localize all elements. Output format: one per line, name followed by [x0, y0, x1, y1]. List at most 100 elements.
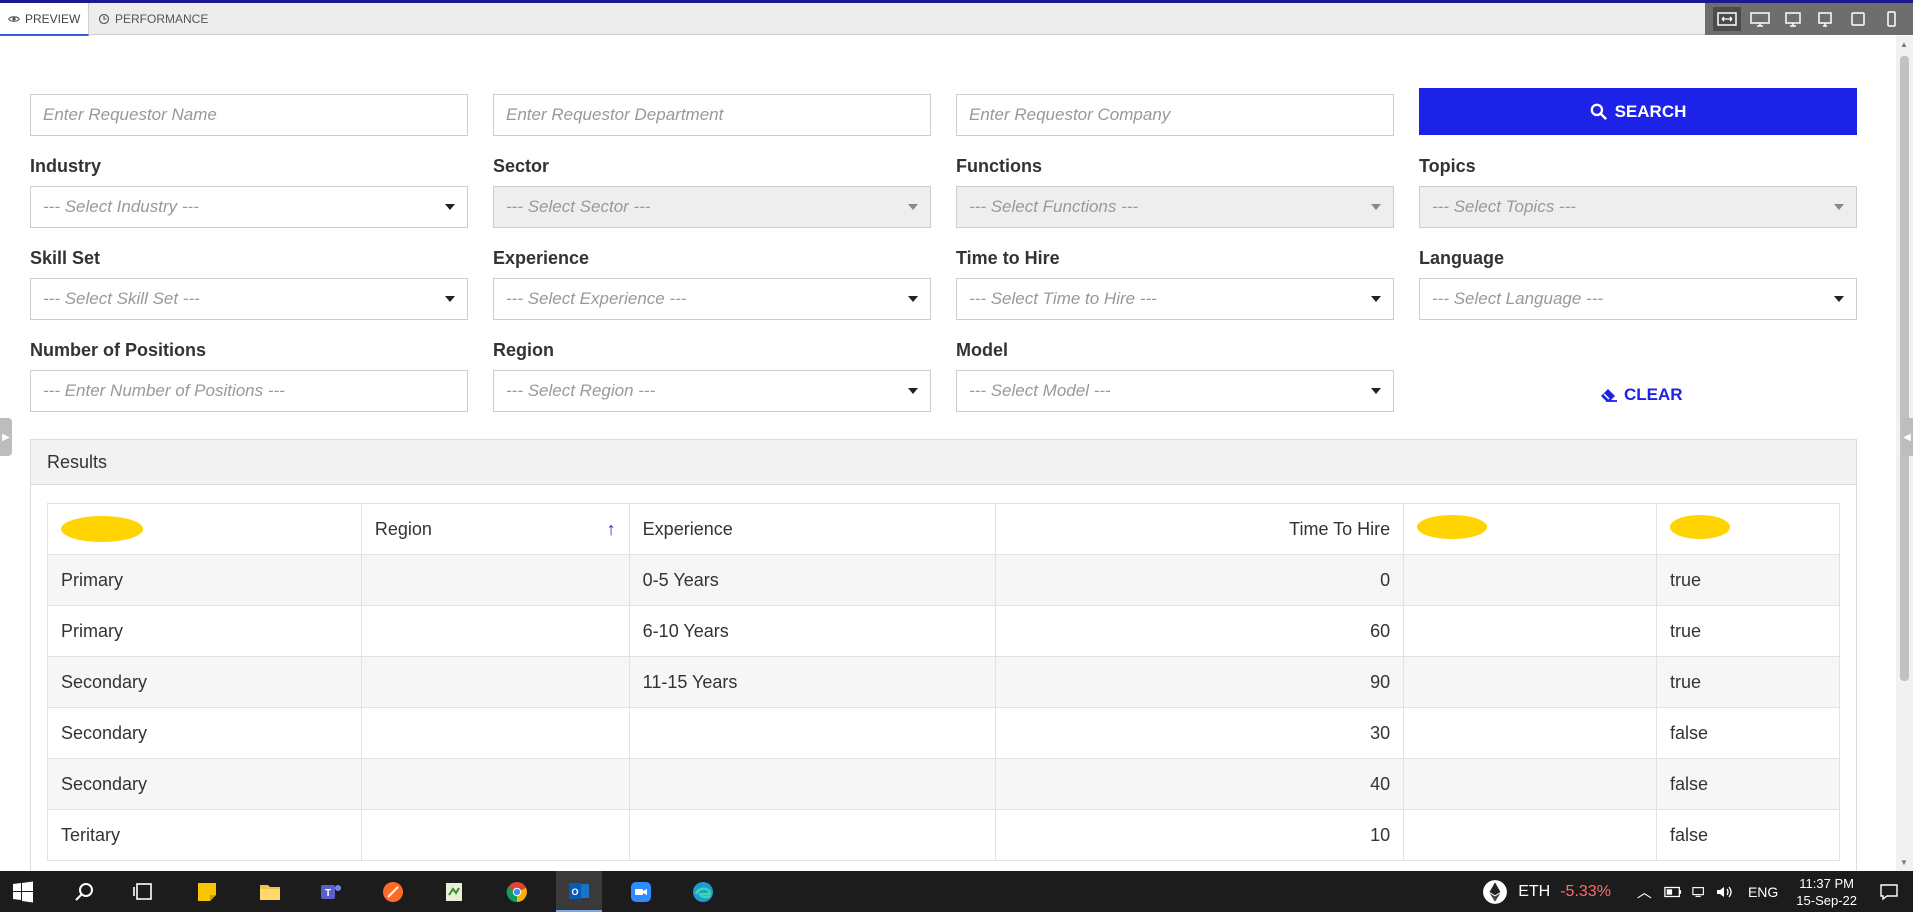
table-row[interactable]: Teritary 10 false	[47, 809, 1840, 861]
functions-select[interactable]: --- Select Functions ---	[956, 186, 1394, 228]
language-select[interactable]: --- Select Language ---	[1419, 278, 1857, 320]
number-of-positions-input[interactable]: --- Enter Number of Positions ---	[30, 370, 468, 412]
table-cell	[360, 809, 630, 861]
tab-preview[interactable]: PREVIEW	[0, 3, 90, 36]
table-row[interactable]: Secondary 30 false	[47, 707, 1840, 759]
expand-left-panel-icon[interactable]: ▶	[0, 418, 12, 456]
search-icon	[1590, 103, 1607, 120]
paint-icon[interactable]	[370, 871, 416, 912]
chevron-up-icon[interactable]: ︿	[1637, 881, 1652, 902]
table-cell: 0	[995, 554, 1405, 606]
clear-button-label: CLEAR	[1624, 385, 1683, 404]
results-table: Region ↑ Experience Time To Hire Primary…	[47, 503, 1840, 861]
skill-set-label: Skill Set	[30, 248, 101, 268]
table-cell	[1403, 656, 1658, 708]
chevron-down-icon	[445, 296, 455, 302]
table-cell	[360, 605, 630, 657]
table-row[interactable]: Primary 0-5 Years 0 true	[47, 554, 1840, 606]
teams-icon[interactable]: T	[308, 871, 354, 912]
industry-select[interactable]: --- Select Industry ---	[30, 186, 468, 228]
model-label: Model	[956, 340, 1008, 360]
notepad-icon[interactable]	[431, 871, 477, 912]
chevron-down-icon	[1834, 296, 1844, 302]
fit-width-icon[interactable]	[1713, 7, 1742, 31]
sort-ascending-icon[interactable]: ↑	[607, 519, 616, 540]
table-header-row: Region ↑ Experience Time To Hire	[47, 503, 1840, 555]
requestor-company-placeholder: Enter Requestor Company	[969, 105, 1171, 124]
network-icon[interactable]	[1692, 885, 1706, 899]
language-select-value: --- Select Language ---	[1432, 289, 1604, 308]
ethereum-icon[interactable]	[1482, 879, 1508, 905]
tablet-icon[interactable]	[1844, 7, 1872, 31]
expand-right-panel-icon[interactable]: ◀	[1901, 418, 1913, 456]
sector-select-value: --- Select Sector ---	[506, 197, 651, 216]
chevron-down-icon	[445, 204, 455, 210]
scroll-down-icon[interactable]: ▼	[1900, 858, 1908, 867]
chevron-down-icon	[908, 204, 918, 210]
column-header-time-to-hire[interactable]: Time To Hire	[995, 503, 1405, 555]
volume-icon[interactable]	[1716, 885, 1734, 899]
windows-start-icon[interactable]	[0, 871, 46, 912]
table-cell: 90	[995, 656, 1405, 708]
input-language[interactable]: ENG	[1748, 884, 1778, 900]
zoom-icon[interactable]	[618, 871, 664, 912]
tablet-landscape-icon[interactable]	[1811, 7, 1839, 31]
requestor-company-input[interactable]: Enter Requestor Company	[956, 94, 1394, 136]
table-cell	[628, 809, 997, 861]
region-select[interactable]: --- Select Region ---	[493, 370, 931, 412]
tab-performance[interactable]: PERFORMANCE	[90, 3, 216, 35]
outlook-icon[interactable]: O	[556, 871, 602, 912]
functions-select-value: --- Select Functions ---	[969, 197, 1139, 216]
notifications-icon[interactable]	[1879, 882, 1899, 902]
experience-select[interactable]: --- Select Experience ---	[493, 278, 931, 320]
clock-date: 15-Sep-22	[1796, 892, 1857, 908]
model-select[interactable]: --- Select Model ---	[956, 370, 1394, 412]
column-header-6[interactable]	[1656, 503, 1840, 555]
chrome-icon[interactable]	[494, 871, 540, 912]
task-view-icon[interactable]	[120, 871, 166, 912]
column-header-1[interactable]	[47, 503, 362, 555]
requestor-name-input[interactable]: Enter Requestor Name	[30, 94, 468, 136]
search-button[interactable]: SEARCH	[1419, 88, 1857, 135]
table-cell	[1403, 758, 1658, 810]
column-header-region[interactable]: Region ↑	[360, 503, 630, 555]
windows-taskbar: T O ETH -5.33% ︿ ENG 11:37 PM 15-Sep-22	[0, 871, 1913, 912]
skill-set-select[interactable]: --- Select Skill Set ---	[30, 278, 468, 320]
time-to-hire-select[interactable]: --- Select Time to Hire ---	[956, 278, 1394, 320]
table-cell: true	[1656, 605, 1840, 657]
table-cell	[628, 707, 997, 759]
desktop-icon[interactable]	[1779, 7, 1807, 31]
eye-icon	[8, 15, 20, 22]
file-explorer-icon[interactable]	[247, 871, 293, 912]
model-select-value: --- Select Model ---	[969, 381, 1111, 400]
search-button-label: SEARCH	[1614, 101, 1687, 121]
table-row[interactable]: Secondary 40 false	[47, 758, 1840, 810]
table-row[interactable]: Secondary 11-15 Years 90 true	[47, 656, 1840, 708]
preview-tab-bar: PREVIEW PERFORMANCE	[0, 3, 1913, 36]
desktop-large-icon[interactable]	[1746, 7, 1774, 31]
region-select-value: --- Select Region ---	[506, 381, 656, 400]
functions-label: Functions	[956, 156, 1042, 176]
battery-icon[interactable]	[1664, 886, 1682, 898]
column-header-5[interactable]	[1403, 503, 1658, 555]
search-icon[interactable]	[62, 871, 108, 912]
chevron-down-icon	[1834, 204, 1844, 210]
requestor-department-input[interactable]: Enter Requestor Department	[493, 94, 931, 136]
industry-label: Industry	[30, 156, 102, 176]
sector-select[interactable]: --- Select Sector ---	[493, 186, 931, 228]
table-row[interactable]: Primary 6-10 Years 60 true	[47, 605, 1840, 657]
mobile-icon[interactable]	[1877, 7, 1905, 31]
topics-select[interactable]: --- Select Topics ---	[1419, 186, 1857, 228]
scrollbar-thumb[interactable]	[1900, 56, 1909, 681]
table-cell	[360, 554, 630, 606]
device-preview-bar	[1705, 3, 1913, 35]
column-header-region-label: Region	[374, 518, 432, 539]
svg-text:T: T	[325, 888, 331, 899]
clear-button[interactable]: CLEAR	[1600, 385, 1683, 405]
edge-icon[interactable]	[680, 871, 726, 912]
system-tray: ETH -5.33% ︿ ENG 11:37 PM 15-Sep-22	[1482, 871, 1913, 912]
column-header-experience[interactable]: Experience	[628, 503, 997, 555]
system-clock[interactable]: 11:37 PM 15-Sep-22	[1796, 875, 1857, 909]
scroll-up-icon[interactable]: ▲	[1900, 40, 1908, 49]
sticky-notes-icon[interactable]	[184, 871, 230, 912]
